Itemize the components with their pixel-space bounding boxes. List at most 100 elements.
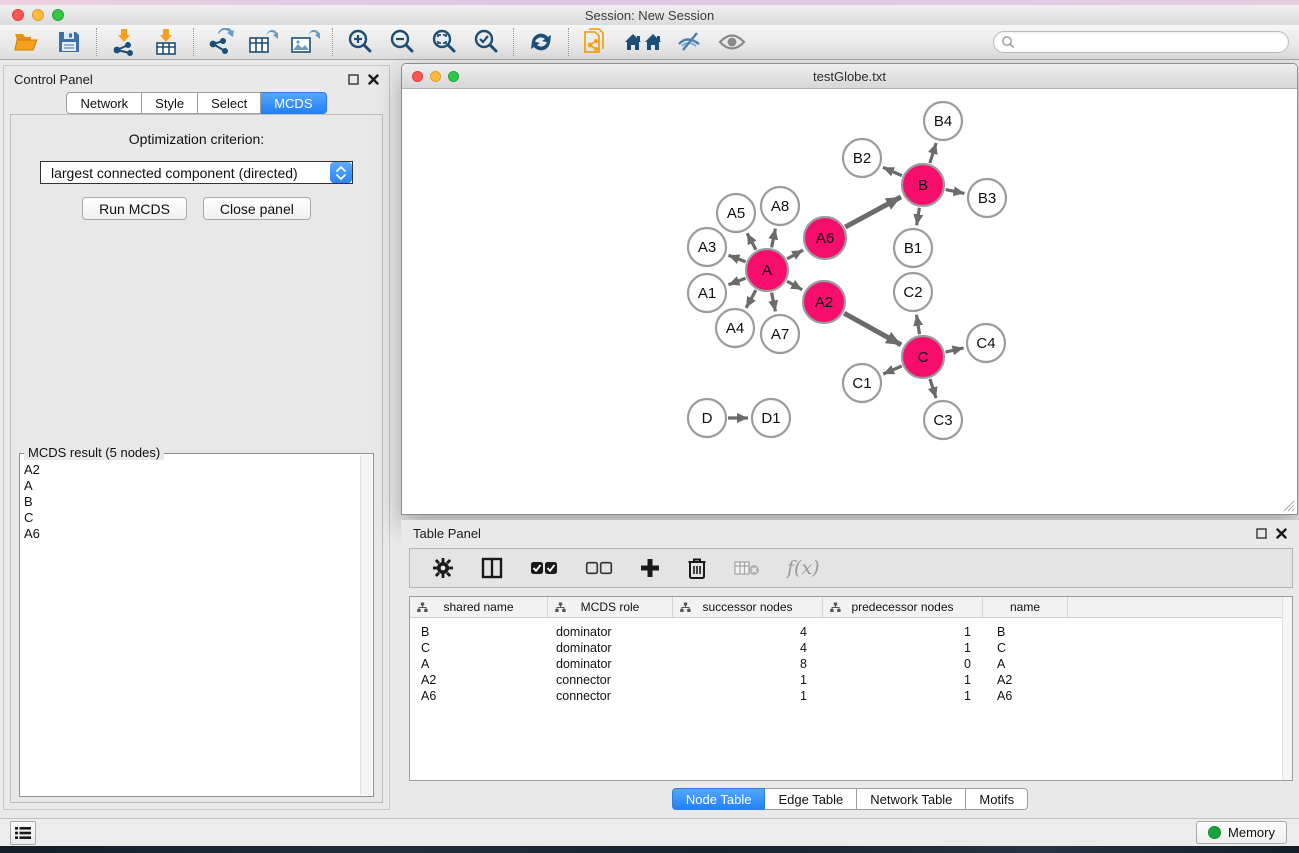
table-toolbar: f(x): [409, 548, 1293, 588]
column-header-mcds-role[interactable]: MCDS role: [548, 597, 673, 617]
close-panel-button[interactable]: Close panel: [203, 197, 311, 220]
table-row[interactable]: A2 connector 1 1 A2: [410, 672, 1292, 688]
svg-text:A5: A5: [727, 205, 745, 222]
table-panel: Table Panel: [401, 520, 1299, 815]
run-mcds-button[interactable]: Run MCDS: [82, 197, 187, 220]
tab-mcds[interactable]: MCDS: [261, 92, 326, 114]
memory-button[interactable]: Memory: [1196, 821, 1287, 844]
zoom-in-icon[interactable]: [345, 28, 375, 56]
svg-text:A4: A4: [726, 320, 744, 337]
svg-text:C1: C1: [852, 375, 871, 392]
add-column-icon[interactable]: [640, 558, 660, 578]
result-item[interactable]: A6: [24, 526, 360, 542]
search-field[interactable]: [993, 31, 1289, 53]
control-panel: Control Panel Network Style Select MCDS …: [3, 65, 390, 810]
svg-text:A7: A7: [771, 326, 789, 343]
control-panel-title: Control Panel: [14, 72, 93, 87]
app-window: Session: New Session: [0, 0, 1299, 853]
mcds-result-box: MCDS result (5 nodes) A2 A B C A6: [19, 453, 374, 797]
function-builder-icon[interactable]: f(x): [787, 557, 820, 579]
column-header-shared-name[interactable]: shared name: [410, 597, 548, 617]
svg-text:A8: A8: [771, 198, 789, 215]
network-window-title: testGlobe.txt: [402, 69, 1297, 84]
table-scrollbar[interactable]: [1282, 597, 1292, 780]
export-image-icon[interactable]: [290, 28, 320, 56]
svg-text:D: D: [702, 410, 713, 427]
result-item[interactable]: B: [24, 494, 360, 510]
search-icon: [1001, 35, 1015, 49]
search-input[interactable]: [1015, 33, 1288, 51]
svg-text:B2: B2: [853, 150, 871, 167]
table-header-row: shared name MCDS role successor nodes pr…: [410, 597, 1292, 618]
workspace: Control Panel Network Style Select MCDS …: [0, 60, 1299, 818]
show-column-icon[interactable]: [481, 557, 503, 579]
import-table-icon[interactable]: [151, 28, 181, 56]
export-network-icon[interactable]: [206, 28, 236, 56]
column-header-successor-nodes[interactable]: successor nodes: [673, 597, 823, 617]
open-session-icon[interactable]: [12, 28, 42, 56]
table-tabs: Node Table Edge Table Network Table Moti…: [401, 787, 1299, 811]
tab-edge-table[interactable]: Edge Table: [765, 788, 857, 810]
export-table-icon[interactable]: [248, 28, 278, 56]
tab-style[interactable]: Style: [142, 92, 198, 114]
network-view-window: testGlobe.txt B4B2BB3A5A8A6A3B1AA1C2A2A4…: [401, 63, 1298, 515]
optimization-criterion-select[interactable]: largest connected component (directed): [40, 161, 353, 184]
close-table-panel-icon[interactable]: [1276, 528, 1287, 539]
result-item[interactable]: C: [24, 510, 360, 526]
network-window-titlebar: testGlobe.txt: [402, 64, 1297, 89]
main-toolbar: [0, 25, 1299, 60]
control-panel-tabs: Network Style Select MCDS: [4, 92, 389, 114]
network-canvas[interactable]: B4B2BB3A5A8A6A3B1AA1C2A2A4A7C4CC1C3DD1: [402, 89, 1297, 514]
tab-select[interactable]: Select: [198, 92, 261, 114]
mcds-result-list: A2 A B C A6: [24, 462, 360, 794]
table-row[interactable]: A6 connector 1 1 A6: [410, 688, 1292, 704]
resize-grip[interactable]: [1282, 499, 1295, 512]
zoom-selected-icon[interactable]: [471, 28, 501, 56]
refresh-view-icon[interactable]: [526, 28, 556, 56]
task-history-button[interactable]: [10, 821, 36, 845]
table-row[interactable]: A dominator 8 0 A: [410, 656, 1292, 672]
mcds-panel: Optimization criterion: largest connecte…: [10, 114, 383, 803]
show-panel-eye-icon[interactable]: [717, 28, 747, 56]
home-icon[interactable]: [623, 28, 663, 56]
mcds-result-title: MCDS result (5 nodes): [24, 445, 164, 460]
zoom-fit-icon[interactable]: [429, 28, 459, 56]
save-session-icon[interactable]: [54, 28, 84, 56]
svg-text:B1: B1: [904, 240, 922, 257]
svg-text:B4: B4: [934, 113, 952, 130]
main-titlebar: Session: New Session: [0, 5, 1299, 25]
result-item[interactable]: A: [24, 478, 360, 494]
close-panel-icon[interactable]: [368, 74, 379, 85]
clear-checkboxes-icon[interactable]: [585, 561, 613, 575]
tab-motifs[interactable]: Motifs: [966, 788, 1028, 810]
column-header-predecessor-nodes[interactable]: predecessor nodes: [823, 597, 983, 617]
tab-network-table[interactable]: Network Table: [857, 788, 966, 810]
memory-label: Memory: [1228, 825, 1275, 840]
svg-text:A2: A2: [815, 294, 833, 311]
network-graph[interactable]: B4B2BB3A5A8A6A3B1AA1C2A2A4A7C4CC1C3DD1: [402, 89, 1297, 514]
delete-table-icon[interactable]: [734, 560, 760, 576]
desktop-background: [0, 846, 1299, 853]
svg-text:C4: C4: [976, 335, 995, 352]
zoom-out-icon[interactable]: [387, 28, 417, 56]
column-header-name[interactable]: name: [983, 597, 1068, 617]
svg-text:A3: A3: [698, 239, 716, 256]
result-list-scrollbar[interactable]: [360, 455, 372, 795]
result-item[interactable]: A2: [24, 462, 360, 478]
float-table-panel-icon[interactable]: [1256, 528, 1267, 539]
list-icon: [15, 826, 31, 840]
table-row[interactable]: C dominator 4 1 C: [410, 640, 1292, 656]
hide-panel-eye-icon[interactable]: [675, 28, 705, 56]
table-row[interactable]: B dominator 4 1 B: [410, 624, 1292, 640]
table-settings-gear-icon[interactable]: [432, 557, 454, 579]
manage-networks-icon[interactable]: [581, 28, 611, 56]
select-all-checkboxes-icon[interactable]: [530, 561, 558, 575]
tab-network[interactable]: Network: [66, 92, 142, 114]
svg-text:A6: A6: [816, 230, 834, 247]
delete-column-trash-icon[interactable]: [687, 557, 707, 579]
tab-node-table[interactable]: Node Table: [672, 788, 766, 810]
import-network-icon[interactable]: [109, 28, 139, 56]
selected-criterion: largest connected component (directed): [41, 165, 330, 181]
float-panel-icon[interactable]: [348, 74, 359, 85]
table-panel-title: Table Panel: [413, 526, 481, 541]
